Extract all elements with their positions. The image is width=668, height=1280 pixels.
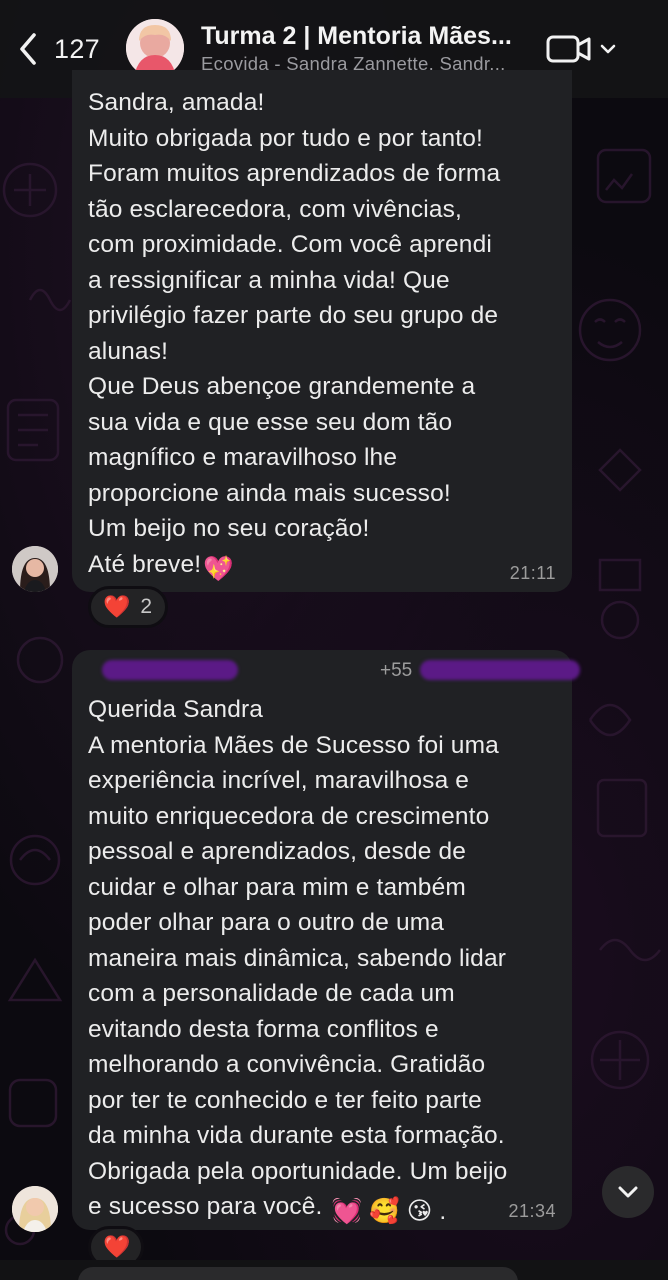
message-time: 21:34: [508, 1201, 556, 1221]
back-button[interactable]: 127: [14, 26, 114, 72]
message-bubble[interactable]: +55 Querida Sandra A mentoria Mães de Su…: [72, 650, 580, 1230]
message-text: Querida Sandra A mentoria Mães de Sucess…: [88, 692, 556, 1230]
heart-icon: ❤️: [103, 594, 131, 619]
sender-avatar[interactable]: [12, 1186, 58, 1232]
heart-icon: ❤️: [103, 1234, 131, 1259]
sender-avatar[interactable]: [12, 546, 58, 592]
redacted-phone-number: [420, 660, 580, 680]
video-call-button[interactable]: [546, 32, 620, 66]
group-avatar[interactable]: [126, 19, 184, 77]
message-bubble[interactable]: Sandra, amada! Muito obrigada por tudo e…: [72, 70, 572, 592]
sender-phone[interactable]: +55: [380, 660, 412, 682]
video-camera-icon: [546, 35, 591, 63]
chevron-left-icon: [20, 33, 36, 65]
redacted-sender-name: [102, 660, 238, 680]
message-emojis: 💓 🥰 😘 .: [331, 1198, 447, 1225]
sender-row: +55: [88, 650, 580, 692]
scroll-to-bottom-button[interactable]: [602, 1166, 654, 1218]
group-title[interactable]: Turma 2 | Mentoria Mães...: [201, 22, 531, 51]
chevron-down-icon: [618, 1186, 638, 1198]
reaction-count: 2: [140, 595, 153, 618]
message-input[interactable]: [78, 1267, 518, 1280]
chevron-down-icon: [600, 44, 616, 54]
sparkling-heart-emoji: 💖: [203, 555, 234, 583]
message-text: Sandra, amada! Muito obrigada por tudo e…: [88, 70, 556, 587]
reaction-badge[interactable]: ❤️ 2: [88, 586, 168, 628]
message-time: 21:11: [509, 563, 556, 583]
unread-count: 127: [54, 33, 100, 64]
